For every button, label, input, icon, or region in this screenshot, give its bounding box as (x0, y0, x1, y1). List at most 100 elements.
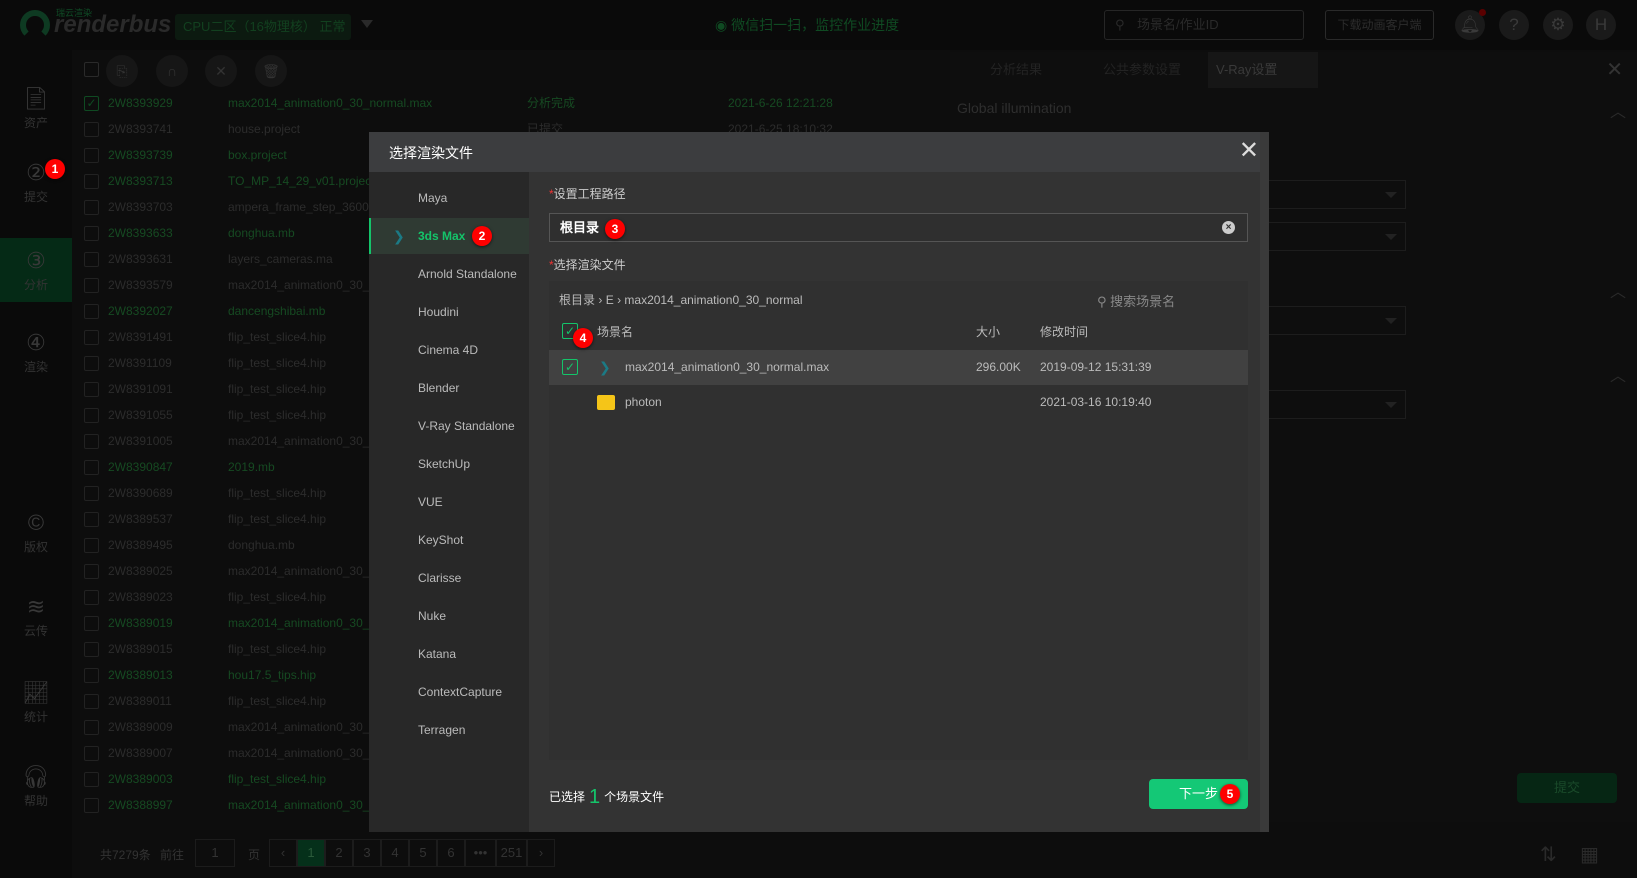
row-checkbox[interactable] (84, 642, 99, 657)
row-checkbox[interactable] (84, 122, 99, 137)
file-checkbox[interactable]: ✓ (562, 359, 578, 375)
tab-analysis-result[interactable]: 分析结果 (990, 52, 1042, 88)
clear-icon[interactable]: × (1222, 221, 1235, 234)
software-item-contextcapture[interactable]: ContextCapture (369, 674, 529, 710)
row-checkbox[interactable] (84, 330, 99, 345)
chevron-up-icon[interactable]: ︿ (1610, 98, 1626, 122)
dropdown-arrow-icon[interactable] (361, 20, 373, 28)
row-checkbox[interactable] (84, 434, 99, 449)
breadcrumb-folder[interactable]: max2014_animation0_30_normal (624, 293, 802, 307)
project-path-input[interactable]: 根目录 × (549, 213, 1248, 242)
sidebar-item-render[interactable]: ④ 渲染 (0, 330, 72, 375)
row-checkbox[interactable] (84, 746, 99, 761)
row-checkbox[interactable] (84, 538, 99, 553)
folder-row[interactable]: photon 2021-03-16 10:19:40 (549, 385, 1248, 420)
help-icon[interactable]: ? (1499, 10, 1529, 40)
copy-icon[interactable]: ⎘ (106, 55, 138, 87)
goto-page-input[interactable]: 1 (195, 839, 235, 867)
tab-vray-settings[interactable]: V-Ray设置 (1208, 52, 1318, 88)
row-checkbox[interactable] (84, 694, 99, 709)
row-checkbox[interactable]: ✓ (84, 96, 99, 111)
restart-icon[interactable]: ∩ (156, 55, 188, 87)
sidebar-item-analyze[interactable]: ③ 分析 (0, 248, 72, 293)
software-item-sketchup[interactable]: SketchUp (369, 446, 529, 482)
chevron-up-icon[interactable]: ︿ (1610, 278, 1626, 302)
software-item-arnold-standalone[interactable]: Arnold Standalone (369, 256, 529, 292)
row-checkbox[interactable] (84, 356, 99, 371)
row-checkbox[interactable] (84, 382, 99, 397)
row-checkbox[interactable] (84, 148, 99, 163)
avatar[interactable]: H (1586, 10, 1616, 40)
breadcrumb-root[interactable]: 根目录 (559, 293, 595, 307)
row-checkbox[interactable] (84, 226, 99, 241)
tab-common-params[interactable]: 公共参数设置 (1103, 52, 1181, 88)
row-checkbox[interactable] (84, 200, 99, 215)
close-icon[interactable]: ✕ (1606, 52, 1623, 88)
next-page-button[interactable]: › (527, 839, 555, 867)
row-checkbox[interactable] (84, 486, 99, 501)
prev-page-button[interactable]: ‹ (269, 839, 297, 867)
close-icon[interactable]: ✕ (1239, 136, 1259, 166)
trash-icon[interactable]: 🗑︎ (255, 55, 287, 87)
page-5[interactable]: 5 (409, 839, 437, 867)
scrollbar[interactable] (1260, 132, 1269, 832)
qr-code-icon[interactable]: ▦ (1580, 842, 1599, 867)
breadcrumb-drive[interactable]: E (606, 293, 614, 307)
software-item-terragen[interactable]: Terragen (369, 712, 529, 748)
row-checkbox[interactable] (84, 772, 99, 787)
delete-file-icon[interactable]: ✕ (205, 55, 237, 87)
row-checkbox[interactable] (84, 174, 99, 189)
sidebar-item-statistics[interactable]: 📈︎ 统计 (0, 680, 72, 725)
row-checkbox[interactable] (84, 304, 99, 319)
job-id: 2W8389009 (108, 720, 173, 734)
search-input[interactable]: ⚲ 场景名/作业ID (1104, 10, 1304, 40)
software-item-houdini[interactable]: Houdini (369, 294, 529, 330)
row-checkbox[interactable] (84, 668, 99, 683)
sidebar-item-copyright[interactable]: © 版权 (0, 510, 72, 555)
row-checkbox[interactable] (84, 616, 99, 631)
sidebar-item-assets[interactable]: 📄︎ 资产 (0, 86, 72, 131)
page-2[interactable]: 2 (325, 839, 353, 867)
wechat-monitor-link[interactable]: ◉ 微信扫一扫，监控作业进度 (715, 15, 899, 35)
software-item-keyshot[interactable]: KeyShot (369, 522, 529, 558)
row-checkbox[interactable] (84, 408, 99, 423)
sidebar-item-cloud-transfer[interactable]: ≋ 云传 (0, 594, 72, 639)
sidebar-item-help[interactable]: 🎧︎ 帮助 (0, 764, 72, 809)
software-item-cinema-4d[interactable]: Cinema 4D (369, 332, 529, 368)
page-1[interactable]: 1 (297, 839, 325, 867)
page-6[interactable]: 6 (437, 839, 465, 867)
scene-search-input[interactable]: ⚲ 搜索场景名 (1097, 291, 1175, 310)
software-item-v-ray-standalone[interactable]: V-Ray Standalone (369, 408, 529, 444)
chevron-up-icon[interactable]: ︿ (1610, 362, 1626, 386)
select-all-checkbox[interactable] (84, 62, 99, 77)
row-checkbox[interactable] (84, 512, 99, 527)
page-3[interactable]: 3 (353, 839, 381, 867)
goto-label: 前往 (160, 848, 185, 862)
software-item-blender[interactable]: Blender (369, 370, 529, 406)
page-4[interactable]: 4 (381, 839, 409, 867)
page-251[interactable]: 251 (496, 839, 527, 867)
file-row[interactable]: ✓ ❯ max2014_animation0_30_normal.max 296… (549, 350, 1248, 385)
submit-button[interactable]: 提交 (1517, 773, 1617, 803)
row-checkbox[interactable] (84, 460, 99, 475)
software-label: Arnold Standalone (418, 267, 517, 281)
row-checkbox[interactable] (84, 798, 99, 813)
software-item-vue[interactable]: VUE (369, 484, 529, 520)
row-checkbox[interactable] (84, 720, 99, 735)
software-item-nuke[interactable]: Nuke (369, 598, 529, 634)
zone-selector[interactable]: CPU二区（16物理核） 正常 (175, 14, 351, 40)
transfer-icon[interactable]: ⇅ (1540, 842, 1557, 867)
row-checkbox[interactable] (84, 590, 99, 605)
software-item-katana[interactable]: Katana (369, 636, 529, 672)
row-checkbox[interactable] (84, 252, 99, 267)
row-checkbox[interactable] (84, 278, 99, 293)
row-checkbox[interactable] (84, 564, 99, 579)
sidebar-item-submit[interactable]: ② 提交 (0, 160, 72, 205)
gear-icon[interactable]: ⚙ (1543, 10, 1573, 40)
software-item-clarisse[interactable]: Clarisse (369, 560, 529, 596)
software-item-3ds-max[interactable]: ❯ 3ds Max 2 (369, 218, 529, 254)
download-client-button[interactable]: 下载动画客户端 (1325, 10, 1434, 40)
table-row[interactable]: ✓ 2W8393929 max2014_animation0_30_normal.m… (72, 90, 952, 116)
page-ellipsis[interactable]: ••• (465, 839, 496, 867)
software-item-maya[interactable]: Maya (369, 180, 529, 216)
